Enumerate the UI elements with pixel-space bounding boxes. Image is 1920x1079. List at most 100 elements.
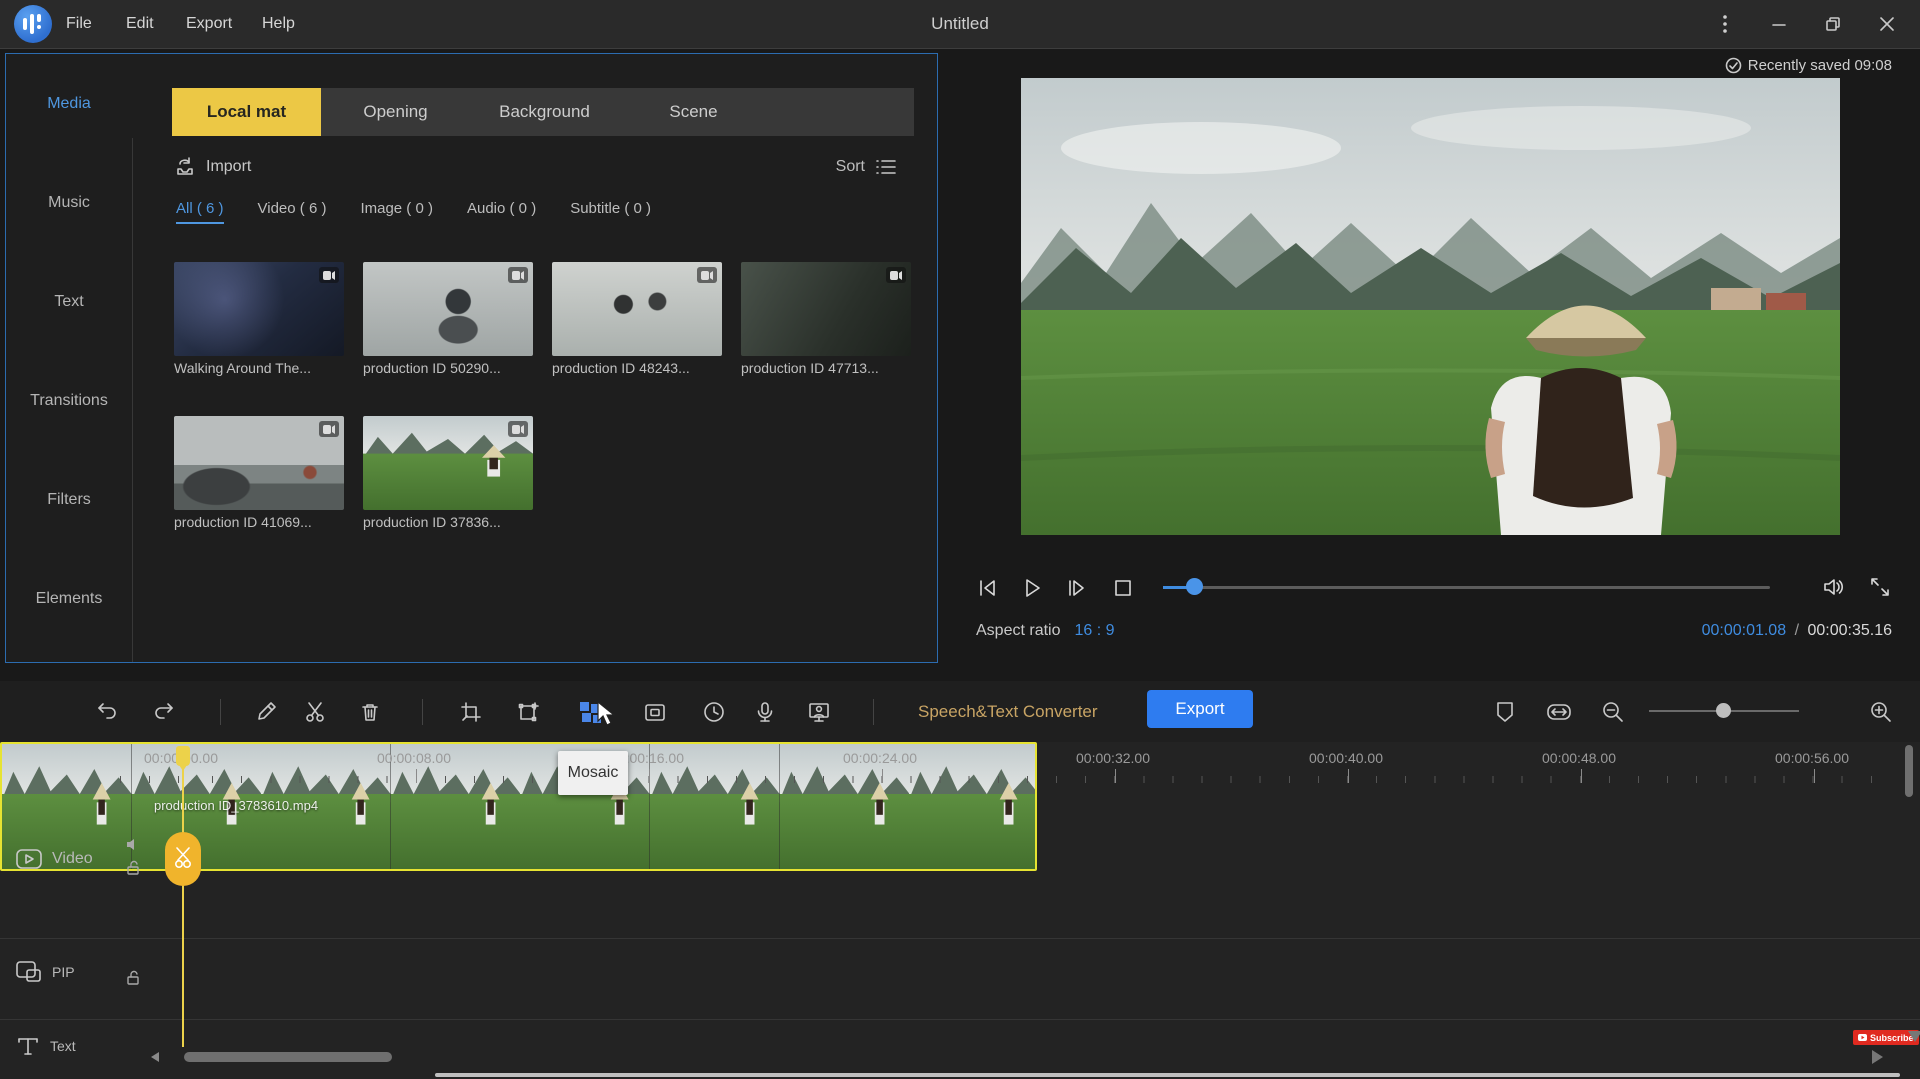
close-button[interactable] — [1864, 0, 1910, 48]
fullscreen-icon[interactable] — [1863, 572, 1897, 602]
sort-button[interactable]: Sort — [836, 152, 897, 182]
tab-local-material[interactable]: Local mat — [172, 88, 321, 136]
hscroll-left-arrow[interactable] — [150, 1052, 160, 1062]
filter-audio[interactable]: Audio ( 0 ) — [467, 200, 536, 224]
timeline-ruler-major-ticks — [120, 769, 1900, 783]
sidebar-item-music[interactable]: Music — [6, 153, 132, 252]
sidebar-item-transitions[interactable]: Transitions — [6, 351, 132, 450]
media-item[interactable]: Walking Around The... — [174, 262, 344, 376]
ruler-label: 00:00:48.00 — [1542, 750, 1616, 766]
marker-tag-button[interactable] — [1486, 693, 1524, 731]
aspect-ratio-value: 16 : 9 — [1074, 622, 1114, 640]
fit-timeline-button[interactable] — [1540, 693, 1578, 731]
track-lock-icon[interactable] — [126, 860, 140, 880]
track-separator — [0, 1019, 1920, 1020]
media-item[interactable]: production ID 50290... — [363, 262, 533, 376]
edit-pencil-button[interactable] — [247, 693, 285, 731]
menu-edit[interactable]: Edit — [112, 0, 168, 48]
next-frame-button[interactable] — [1059, 573, 1093, 603]
tab-scene[interactable]: Scene — [619, 88, 768, 136]
import-button[interactable]: Import — [174, 152, 251, 182]
freeze-frame-button[interactable] — [510, 693, 548, 731]
voiceover-mic-button[interactable] — [746, 693, 784, 731]
video-type-icon — [319, 267, 339, 283]
video-type-icon — [508, 267, 528, 283]
track-separator — [0, 938, 1920, 939]
ruler-label: 00:00:32.00 — [1076, 750, 1150, 766]
text-track-icon — [16, 1036, 40, 1056]
seek-bar[interactable] — [1163, 586, 1770, 589]
import-label: Import — [206, 158, 251, 176]
save-status: Recently saved 09:08 — [1725, 57, 1892, 74]
zoom-in-button[interactable] — [1862, 693, 1900, 731]
subscribe-play-icon — [1858, 1034, 1867, 1041]
media-item[interactable]: production ID 48243... — [552, 262, 722, 376]
media-thumbnail — [363, 262, 533, 356]
menu-help[interactable]: Help — [248, 0, 309, 48]
tab-background[interactable]: Background — [470, 88, 619, 136]
timeline-area: 00:00:00.00 00:00:08.00 00:00:16.00 00:0… — [0, 742, 1920, 1079]
media-item-name: Walking Around The... — [174, 360, 344, 376]
media-item[interactable]: production ID 41069... — [174, 416, 344, 530]
play-button[interactable] — [1015, 573, 1049, 603]
seek-handle[interactable] — [1186, 578, 1203, 595]
zoom-out-button[interactable] — [1594, 693, 1632, 731]
filter-all[interactable]: All ( 6 ) — [176, 200, 224, 224]
horizontal-scrollbar[interactable] — [184, 1052, 392, 1062]
speech-text-converter-button[interactable]: Speech&Text Converter — [918, 693, 1098, 731]
split-scissors-button[interactable] — [297, 693, 335, 731]
sidebar-item-filters[interactable]: Filters — [6, 450, 132, 549]
video-type-icon — [886, 267, 906, 283]
menu-file[interactable]: File — [52, 0, 106, 48]
title-bar: File Edit Export Help Untitled — [0, 0, 1920, 49]
pip-track-label: PIP — [52, 964, 75, 980]
maximize-button[interactable] — [1810, 0, 1856, 48]
video-editor-window: File Edit Export Help Untitled Media Mus… — [0, 0, 1920, 1079]
preview-player[interactable] — [1021, 78, 1840, 535]
screen-record-button[interactable] — [800, 693, 838, 731]
vertical-scrollbar[interactable] — [1905, 745, 1913, 797]
media-library-panel: Media Music Text Transitions Filters Ele… — [5, 53, 938, 663]
sidebar-item-elements[interactable]: Elements — [6, 549, 132, 648]
previous-frame-button[interactable] — [971, 573, 1005, 603]
aspect-ratio-row[interactable]: Aspect ratio 16 : 9 — [976, 622, 1115, 640]
timeline-zoom-handle[interactable] — [1716, 703, 1731, 718]
playhead-line[interactable] — [182, 747, 184, 1047]
undo-button[interactable] — [88, 693, 126, 731]
current-time: 00:00:01.08 — [1702, 622, 1787, 639]
more-options-icon[interactable] — [1702, 0, 1748, 48]
media-item[interactable]: production ID 47713... — [741, 262, 911, 376]
crop-button[interactable] — [452, 693, 490, 731]
overlay-button[interactable] — [636, 693, 674, 731]
delete-trash-button[interactable] — [351, 693, 389, 731]
text-track-label: Text — [50, 1038, 76, 1054]
video-type-icon — [508, 421, 528, 437]
toolbar-separator — [422, 699, 423, 725]
minimize-button[interactable] — [1756, 0, 1802, 48]
filter-subtitle[interactable]: Subtitle ( 0 ) — [570, 200, 651, 224]
pip-track-header: PIP — [16, 960, 75, 984]
clip-split-scissors-badge[interactable] — [165, 832, 201, 886]
export-button[interactable]: Export — [1147, 690, 1253, 728]
sidebar-item-text[interactable]: Text — [6, 252, 132, 351]
track-lock-icon[interactable] — [126, 970, 140, 990]
aspect-ratio-label: Aspect ratio — [976, 622, 1060, 640]
duration-clock-button[interactable] — [695, 693, 733, 731]
filter-video[interactable]: Video ( 6 ) — [258, 200, 327, 224]
time-separator: / — [1795, 622, 1799, 639]
menu-export[interactable]: Export — [172, 0, 246, 48]
media-item-name: production ID 50290... — [363, 360, 533, 376]
stop-button[interactable] — [1106, 573, 1140, 603]
playhead-handle[interactable] — [176, 746, 190, 766]
tab-opening[interactable]: Opening — [321, 88, 470, 136]
filter-image[interactable]: Image ( 0 ) — [360, 200, 433, 224]
sidebar-item-media[interactable]: Media — [6, 54, 132, 153]
saved-check-icon — [1725, 57, 1742, 74]
mouse-cursor — [596, 701, 618, 727]
sort-label: Sort — [836, 158, 865, 176]
media-item-name: production ID 47713... — [741, 360, 911, 376]
track-mute-icon[interactable] — [126, 838, 140, 856]
volume-icon[interactable] — [1817, 572, 1851, 602]
media-item[interactable]: production ID 37836... — [363, 416, 533, 530]
redo-button[interactable] — [145, 693, 183, 731]
